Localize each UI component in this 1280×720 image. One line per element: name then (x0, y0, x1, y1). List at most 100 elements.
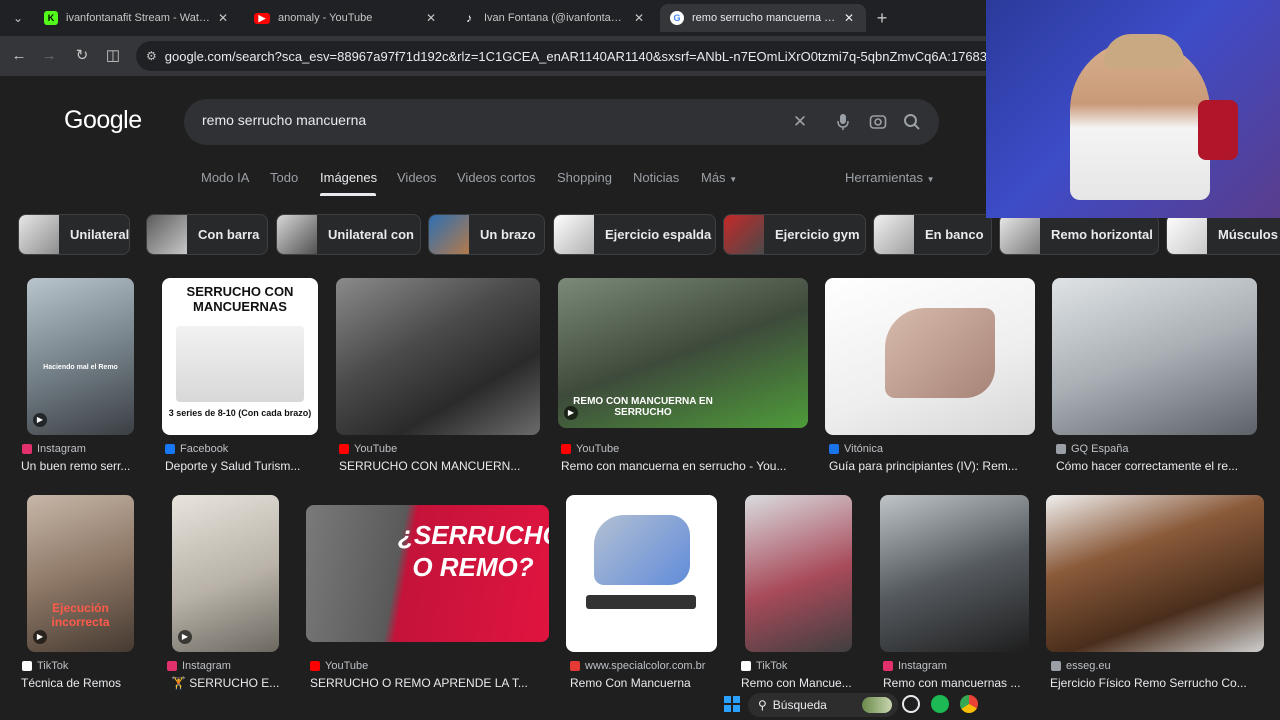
split-view-icon[interactable]: ◫ (103, 46, 123, 66)
back-arrow-icon[interactable]: ← (9, 46, 29, 66)
result-title[interactable]: Ejercicio Físico Remo Serrucho Co... (1050, 676, 1260, 690)
result-image[interactable] (745, 495, 852, 652)
result-image[interactable] (336, 278, 540, 435)
result-source[interactable]: Instagram (22, 443, 86, 455)
result-title[interactable]: SERRUCHO O REMO APRENDE LA T... (310, 676, 550, 690)
result-source[interactable]: Vitónica (829, 443, 883, 455)
chip-thumbnail (1167, 215, 1207, 254)
result-image[interactable] (1046, 495, 1264, 652)
chip-label: Un brazo (480, 227, 536, 242)
result-source[interactable]: esseg.eu (1051, 660, 1111, 672)
gq-icon (1056, 444, 1066, 454)
taskbar-search[interactable]: ⚲ Búsqueda (748, 693, 898, 717)
source-name: TikTok (756, 660, 788, 672)
result-title[interactable]: Remo Con Mancuerna (570, 676, 720, 690)
instagram-icon (167, 661, 177, 671)
result-source[interactable]: YouTube (310, 660, 368, 672)
tab-modo-ia[interactable]: Modo IA (201, 170, 249, 185)
result-title[interactable]: Guía para principiantes (IV): Rem... (829, 459, 1034, 473)
lens-camera-icon[interactable] (867, 111, 889, 133)
browser-tab-google[interactable]: G remo serrucho mancuerna - Busca ✕ (660, 4, 866, 32)
forward-arrow-icon[interactable]: → (39, 46, 59, 66)
instagram-icon (883, 661, 893, 671)
close-tab-icon[interactable]: ✕ (424, 11, 438, 25)
result-source[interactable]: Instagram (883, 660, 947, 672)
search-input[interactable] (202, 112, 762, 128)
google-logo[interactable]: Google (64, 106, 142, 135)
tab-search-button[interactable]: ⌄ (8, 8, 28, 28)
result-source[interactable]: GQ España (1056, 443, 1128, 455)
result-image[interactable]: Ejecución incorrecta ▶ (27, 495, 134, 652)
chip-unilateral-con[interactable]: Unilateral con (276, 214, 421, 255)
chip-thumbnail (19, 215, 59, 254)
chip-remo-horizontal[interactable]: Remo horizontal (999, 214, 1159, 255)
result-title[interactable]: Deporte y Salud Turism... (165, 459, 320, 473)
source-name: esseg.eu (1066, 660, 1111, 672)
site-info-icon[interactable]: ⚙ (146, 49, 157, 63)
close-tab-icon[interactable]: ✕ (632, 11, 646, 25)
result-source[interactable]: TikTok (741, 660, 787, 672)
result-source[interactable]: TikTok (22, 660, 68, 672)
tab-shopping[interactable]: Shopping (557, 170, 612, 185)
youtube-icon (310, 661, 320, 671)
result-image[interactable]: SERRUCHO CON MANCUERNAS 3 series de 8-10… (162, 278, 318, 435)
browser-tab-kick[interactable]: K ivanfontanafit Stream - Watch Liv ✕ (34, 4, 240, 32)
result-source[interactable]: Facebook (165, 443, 228, 455)
chip-con-barra[interactable]: Con barra (146, 214, 268, 255)
result-image[interactable]: ¿SERRUCHO O REMO? (306, 505, 549, 642)
search-box[interactable]: ✕ (184, 99, 939, 145)
caret-down-icon: ▼ (729, 175, 738, 184)
clear-search-icon[interactable]: ✕ (789, 111, 811, 133)
result-title[interactable]: Técnica de Remos (21, 676, 141, 690)
chip-un-brazo[interactable]: Un brazo (428, 214, 545, 255)
tab-videos[interactable]: Videos (397, 170, 437, 185)
result-title[interactable]: Remo con mancuernas ... (883, 676, 1033, 690)
tab-todo[interactable]: Todo (270, 170, 298, 185)
result-image[interactable] (566, 495, 717, 652)
result-source[interactable]: Instagram (167, 660, 231, 672)
new-tab-button[interactable]: + (872, 8, 892, 28)
result-image[interactable] (1052, 278, 1257, 435)
result-source[interactable]: YouTube (339, 443, 397, 455)
chip-ejercicio-gym[interactable]: Ejercicio gym (723, 214, 866, 255)
result-title[interactable]: Cómo hacer correctamente el re... (1056, 459, 1256, 473)
url-field[interactable]: ⚙ google.com/search?sca_esv=88967a97f71d… (136, 41, 1036, 71)
tab-mas[interactable]: Más ▼ (701, 170, 737, 185)
close-tab-icon[interactable]: ✕ (842, 11, 856, 25)
windows-start-icon[interactable] (724, 696, 740, 712)
tools-button[interactable]: Herramientas ▼ (845, 170, 935, 185)
chip-en-banco[interactable]: En banco (873, 214, 992, 255)
result-image[interactable] (880, 495, 1029, 652)
tab-imagenes[interactable]: Imágenes (320, 170, 377, 185)
search-icon[interactable] (901, 111, 923, 133)
result-image[interactable]: REMO CON MANCUERNA EN SERRUCHO ▶ (558, 278, 808, 428)
result-source[interactable]: YouTube (561, 443, 619, 455)
result-title[interactable]: Remo con Mancue... (741, 676, 856, 690)
spotify-icon[interactable] (931, 695, 949, 713)
result-image[interactable]: Haciendo mal el Remo ▶ (27, 278, 134, 435)
close-tab-icon[interactable]: ✕ (216, 11, 230, 25)
chip-label: Ejercicio gym (775, 227, 860, 242)
tab-noticias[interactable]: Noticias (633, 170, 679, 185)
result-image[interactable]: ▶ (172, 495, 279, 652)
browser-tab-youtube[interactable]: ▶ anomaly - YouTube ✕ (244, 4, 448, 32)
tab-videos-cortos[interactable]: Videos cortos (457, 170, 536, 185)
result-source[interactable]: www.specialcolor.com.br (570, 660, 705, 672)
chip-ejercicio-espalda[interactable]: Ejercicio espalda (553, 214, 716, 255)
chip-musculos[interactable]: Músculos (1166, 214, 1280, 255)
result-title[interactable]: SERRUCHO CON MANCUERN... (339, 459, 539, 473)
task-view-icon[interactable] (902, 695, 920, 713)
result-title[interactable]: Un buen remo serr... (21, 459, 141, 473)
result-title[interactable]: Remo con mancuerna en serrucho - You... (561, 459, 806, 473)
browser-tab-tiktok[interactable]: ♪ Ivan Fontana (@ivanfontanafit) es ✕ (452, 4, 656, 32)
result-image[interactable] (825, 278, 1035, 435)
chip-unilateral[interactable]: Unilateral (18, 214, 130, 255)
source-name: YouTube (354, 443, 398, 455)
result-title[interactable]: 🏋️ SERRUCHO E... (171, 676, 281, 690)
microphone-icon[interactable] (832, 111, 854, 133)
tiktok-icon: ♪ (466, 11, 472, 25)
facebook-icon (165, 444, 175, 454)
streamer-hair (1104, 34, 1184, 68)
chrome-icon[interactable] (960, 695, 978, 713)
reload-icon[interactable]: ↻ (72, 46, 92, 66)
